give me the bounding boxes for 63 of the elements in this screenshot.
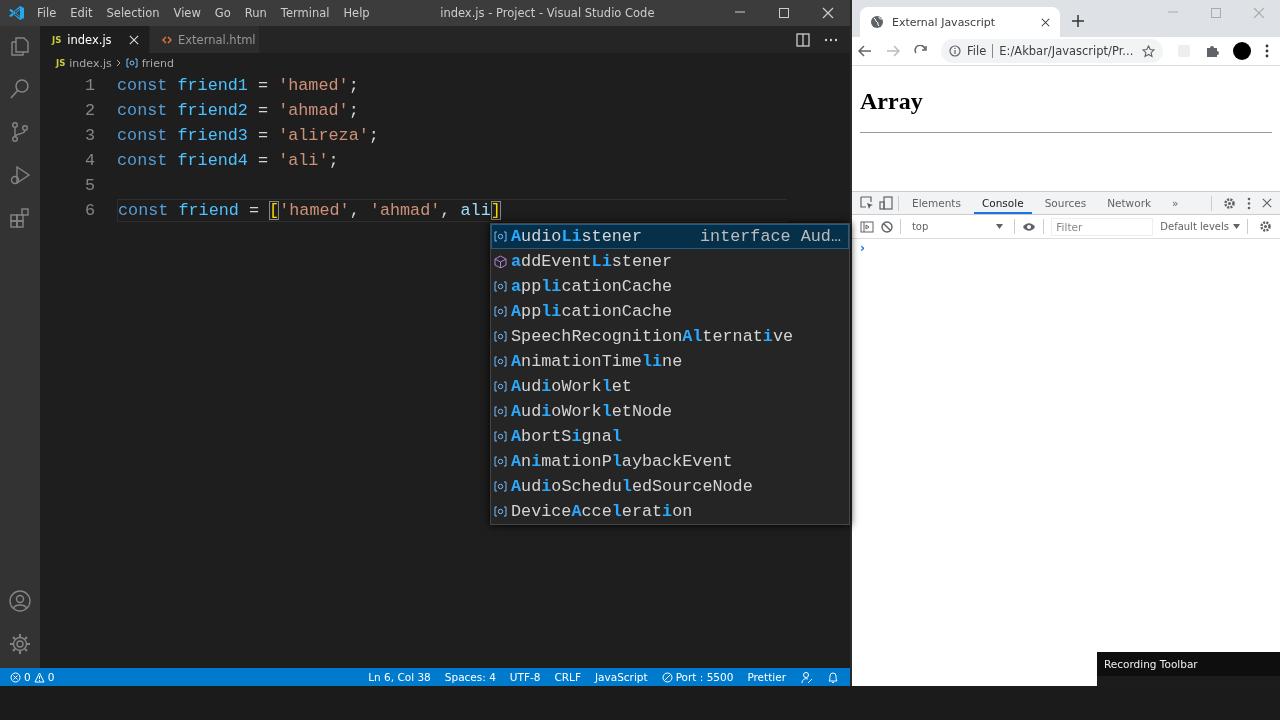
- code-line: const friend = ['hamed', 'ahmad', ali]: [117, 199, 787, 222]
- suggestion-item[interactable]: applicationCache: [491, 274, 849, 299]
- warning-count[interactable]: 0: [47, 671, 55, 683]
- suggestion-item[interactable]: AnimationPlaybackEvent: [491, 449, 849, 474]
- line-number: 1: [83, 76, 95, 95]
- code-line: const friend2 = 'ahmad';: [117, 100, 359, 122]
- scheme-label: File: [967, 44, 987, 58]
- code-line: const friend1 = 'hamed';: [117, 75, 359, 97]
- toolbar-title: Recording Toolbar: [1097, 652, 1280, 676]
- suggestion-item[interactable]: AudioWorklet: [491, 374, 849, 399]
- suggestion-item[interactable]: AudioScheduledSourceNode: [491, 474, 849, 499]
- error-count[interactable]: 0: [24, 671, 31, 683]
- suggestion-item[interactable]: SpeechRecognitionAlternative: [491, 324, 849, 349]
- type-detail: interface Aud…: [700, 227, 842, 246]
- breadcrumb-item[interactable]: index.js: [69, 56, 112, 70]
- menu-item[interactable]: File: [30, 6, 64, 20]
- js-file-icon: JS: [52, 34, 62, 45]
- filter-field[interactable]: Filter: [1051, 217, 1154, 236]
- levels-dropdown[interactable]: Default levels: [1160, 221, 1240, 232]
- suggestion-item[interactable]: DeviceAcceleration: [491, 499, 849, 524]
- suggestion-item[interactable]: AudioWorkletNode: [491, 399, 849, 424]
- status-item[interactable]: Prettier: [740, 671, 793, 683]
- line-number: 5: [83, 176, 95, 195]
- console-prompt: ›: [859, 240, 866, 257]
- devtools-tab[interactable]: Sources: [1036, 192, 1095, 214]
- suggestion-item[interactable]: addEventListener: [491, 249, 849, 274]
- devtools-tab[interactable]: Elements: [904, 192, 969, 214]
- editor-tab[interactable]: External.html: [150, 26, 260, 53]
- context-select[interactable]: top: [907, 221, 1008, 232]
- line-number: 3: [83, 126, 95, 145]
- line-number: 6: [83, 201, 95, 220]
- status-item[interactable]: Port : 5500: [675, 671, 734, 683]
- status-item[interactable]: CRLF: [547, 671, 588, 683]
- menu-item[interactable]: Edit: [63, 6, 100, 20]
- suggestion-item[interactable]: ApplicationCache: [491, 299, 849, 324]
- page-heading: Array: [860, 88, 923, 115]
- js-file-icon: JS: [56, 58, 66, 68]
- browser-tab[interactable]: External Javascript: [860, 7, 1060, 37]
- line-number: 4: [83, 151, 95, 170]
- menu-item[interactable]: Help: [336, 6, 377, 20]
- status-item[interactable]: Spaces: 4: [437, 671, 503, 683]
- code-line: const friend4 = 'ali';: [117, 150, 339, 172]
- line-number: 2: [83, 101, 95, 120]
- menu-item[interactable]: Selection: [99, 6, 167, 20]
- menu-item[interactable]: Go: [207, 6, 238, 20]
- window-title: index.js - Project - Visual Studio Code: [439, 6, 656, 20]
- url-text: E:/Akbar/Javascript/Pr...: [999, 44, 1135, 58]
- devtools-tab[interactable]: Console: [973, 192, 1032, 214]
- menu-item[interactable]: Run: [237, 6, 274, 20]
- menu-item[interactable]: Terminal: [273, 6, 337, 20]
- status-item[interactable]: JavaScript: [588, 671, 655, 683]
- menu-item[interactable]: View: [166, 6, 208, 20]
- breadcrumb-item[interactable]: friend: [141, 56, 174, 70]
- suggestion-item[interactable]: AudioListener interface Aud…: [491, 224, 849, 249]
- suggestion-item[interactable]: AnimationTimeline: [491, 349, 849, 374]
- more-tabs-button[interactable]: »: [1164, 192, 1187, 214]
- code-line: const friend3 = 'alireza';: [117, 125, 379, 147]
- suggestion-item[interactable]: AbortSignal: [491, 424, 849, 449]
- status-item[interactable]: Ln 6, Col 38: [361, 671, 438, 683]
- address-bar[interactable]: File E:/Akbar/Javascript/Pr...: [941, 39, 1163, 63]
- devtools-tab[interactable]: Network: [1099, 192, 1160, 214]
- status-item[interactable]: UTF-8: [502, 671, 548, 683]
- editor-tab[interactable]: JS index.js: [40, 26, 150, 53]
